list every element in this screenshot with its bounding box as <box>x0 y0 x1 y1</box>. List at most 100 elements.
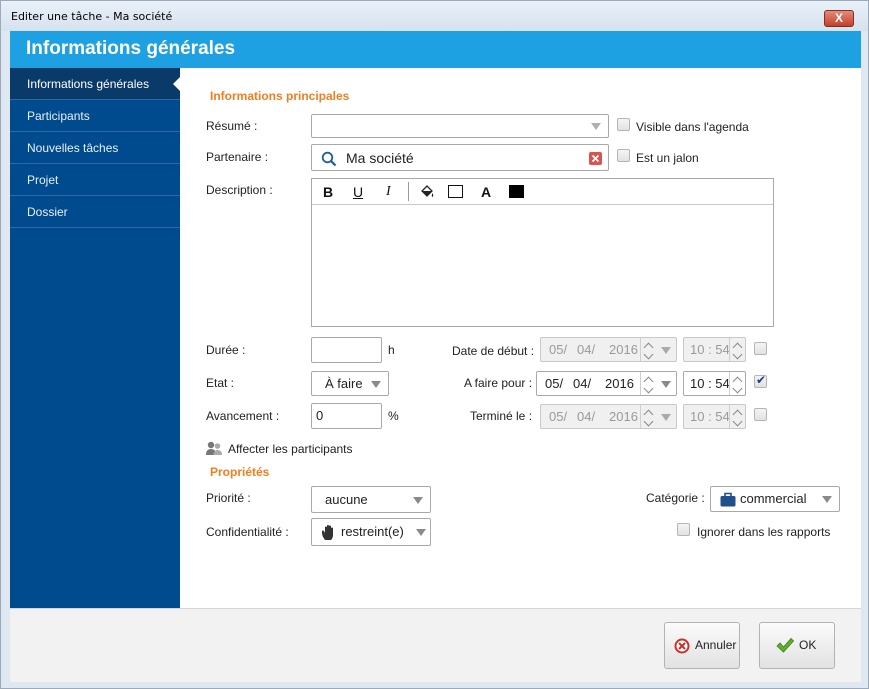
jalon-label: Est un jalon <box>636 151 699 165</box>
priorite-value: aucune <box>325 492 368 507</box>
sidebar: Informations générales Participants Nouv… <box>10 68 180 608</box>
affecter-label: Affecter les participants <box>228 442 353 456</box>
bold-button[interactable]: B <box>323 184 333 200</box>
sidebar-item-nouvelles-taches[interactable]: Nouvelles tâches <box>10 132 180 164</box>
confidentialite-label: Confidentialité : <box>206 525 289 539</box>
date-debut-checkbox[interactable] <box>754 342 767 355</box>
a-faire-pour-day: 05/ <box>545 376 564 391</box>
description-label: Description : <box>206 183 273 197</box>
duree-unit: h <box>388 343 395 357</box>
confidentialite-value: restreint(e) <box>341 524 404 539</box>
cancel-icon <box>674 638 690 654</box>
a-faire-pour-picker[interactable]: 05/ 04/ 2016 <box>536 371 677 396</box>
a-faire-pour-checkbox[interactable] <box>754 373 767 388</box>
sidebar-item-label: Nouvelles tâches <box>27 141 119 155</box>
etat-value: À faire <box>325 376 363 391</box>
page-title: Informations générales <box>26 38 236 59</box>
section-informations-principales: Informations principales <box>210 89 350 103</box>
underline-button[interactable]: U <box>353 184 363 200</box>
partenaire-value: Ma société <box>346 150 414 166</box>
time-spinner[interactable] <box>729 338 745 361</box>
resume-select[interactable] <box>311 114 609 138</box>
a-faire-pour-time[interactable]: 10 : 54 <box>683 371 746 396</box>
font-color-button[interactable]: A <box>481 184 491 200</box>
confidentialite-select[interactable]: restreint(e) <box>311 518 431 546</box>
chevron-down-icon <box>661 380 671 388</box>
sidebar-item-informations-generales[interactable]: Informations générales <box>10 68 180 100</box>
sidebar-item-dossier[interactable]: Dossier <box>10 196 180 228</box>
briefcase-icon <box>720 492 736 507</box>
termine-le-checkbox[interactable] <box>754 408 767 421</box>
hand-icon <box>322 525 333 540</box>
etat-select[interactable]: À faire <box>311 371 389 396</box>
time-spinner[interactable] <box>729 405 745 428</box>
ignorer-label: Ignorer dans les rapports <box>697 525 831 539</box>
editor-toolbar: B U I A <box>312 179 773 205</box>
avancement-input[interactable]: 0 <box>311 403 382 429</box>
date-spinner[interactable] <box>640 338 656 361</box>
partenaire-label: Partenaire : <box>206 150 269 164</box>
date-debut-month: 04/ <box>577 342 596 357</box>
categorie-select[interactable]: commercial <box>710 486 840 512</box>
chevron-down-icon <box>371 380 381 388</box>
dialog-footer: Annuler OK <box>10 608 861 682</box>
description-textarea[interactable] <box>312 206 773 326</box>
cancel-button[interactable]: Annuler <box>664 622 740 669</box>
avancement-label: Avancement : <box>206 409 280 423</box>
dialog-window: Editer une tâche - Ma société X Informat… <box>0 0 869 689</box>
date-debut-day: 05/ <box>549 342 568 357</box>
italic-button[interactable]: I <box>386 184 391 200</box>
ignorer-checkbox[interactable] <box>677 523 690 536</box>
a-faire-pour-time-value: 10 : 54 <box>690 376 730 391</box>
description-editor: B U I A <box>311 178 774 327</box>
toolbar-divider <box>408 182 409 201</box>
sidebar-item-participants[interactable]: Participants <box>10 100 180 132</box>
ok-button[interactable]: OK <box>759 622 835 669</box>
chevron-down-icon <box>661 346 671 354</box>
main-panel: Informations principales Résumé : Visibl… <box>180 68 861 608</box>
partenaire-input[interactable]: Ma société <box>311 144 609 171</box>
avancement-unit: % <box>388 409 399 423</box>
close-button[interactable]: X <box>824 10 854 27</box>
chevron-down-icon <box>413 496 423 504</box>
termine-le-year: 2016 <box>609 409 638 424</box>
sidebar-item-label: Projet <box>27 173 59 187</box>
a-faire-pour-label: A faire pour : <box>464 376 533 390</box>
date-debut-year: 2016 <box>609 342 638 357</box>
title-bar[interactable]: Editer une tâche - Ma société X <box>1 1 868 31</box>
ok-label: OK <box>799 638 817 652</box>
termine-le-month: 04/ <box>577 409 596 424</box>
date-debut-label: Date de début : <box>452 344 535 358</box>
fill-color-icon[interactable] <box>419 184 435 200</box>
termine-le-time[interactable]: 10 : 54 <box>683 404 746 429</box>
priorite-select[interactable]: aucune <box>311 486 431 513</box>
color-swatch[interactable] <box>509 185 524 198</box>
date-spinner[interactable] <box>640 372 656 395</box>
search-icon <box>321 151 337 167</box>
jalon-checkbox[interactable] <box>617 149 630 162</box>
termine-le-day: 05/ <box>549 409 568 424</box>
chevron-down-icon <box>416 529 426 536</box>
clear-icon[interactable] <box>589 152 602 165</box>
chevron-down-icon <box>661 413 671 421</box>
sidebar-item-label: Participants <box>27 109 90 123</box>
date-debut-time[interactable]: 10 : 54 <box>683 337 746 362</box>
date-debut-picker[interactable]: 05/ 04/ 2016 <box>540 337 677 362</box>
termine-le-label: Terminé le : <box>470 409 533 423</box>
duree-label: Durée : <box>206 343 246 357</box>
categorie-value: commercial <box>740 491 807 506</box>
window-title: Editer une tâche - Ma société <box>11 10 173 23</box>
border-button[interactable] <box>448 185 463 198</box>
affecter-participants-link[interactable]: Affecter les participants <box>206 441 376 457</box>
date-spinner[interactable] <box>640 405 656 428</box>
categorie-label: Catégorie : <box>646 491 705 505</box>
sidebar-item-projet[interactable]: Projet <box>10 164 180 196</box>
time-spinner[interactable] <box>729 372 745 395</box>
duree-input[interactable] <box>311 337 382 363</box>
cancel-label: Annuler <box>695 638 737 652</box>
visible-agenda-checkbox[interactable] <box>617 118 630 131</box>
date-debut-time-value: 10 : 54 <box>690 342 730 357</box>
sidebar-item-label: Informations générales <box>27 77 150 91</box>
a-faire-pour-year: 2016 <box>605 376 634 391</box>
termine-le-picker[interactable]: 05/ 04/ 2016 <box>540 404 677 429</box>
